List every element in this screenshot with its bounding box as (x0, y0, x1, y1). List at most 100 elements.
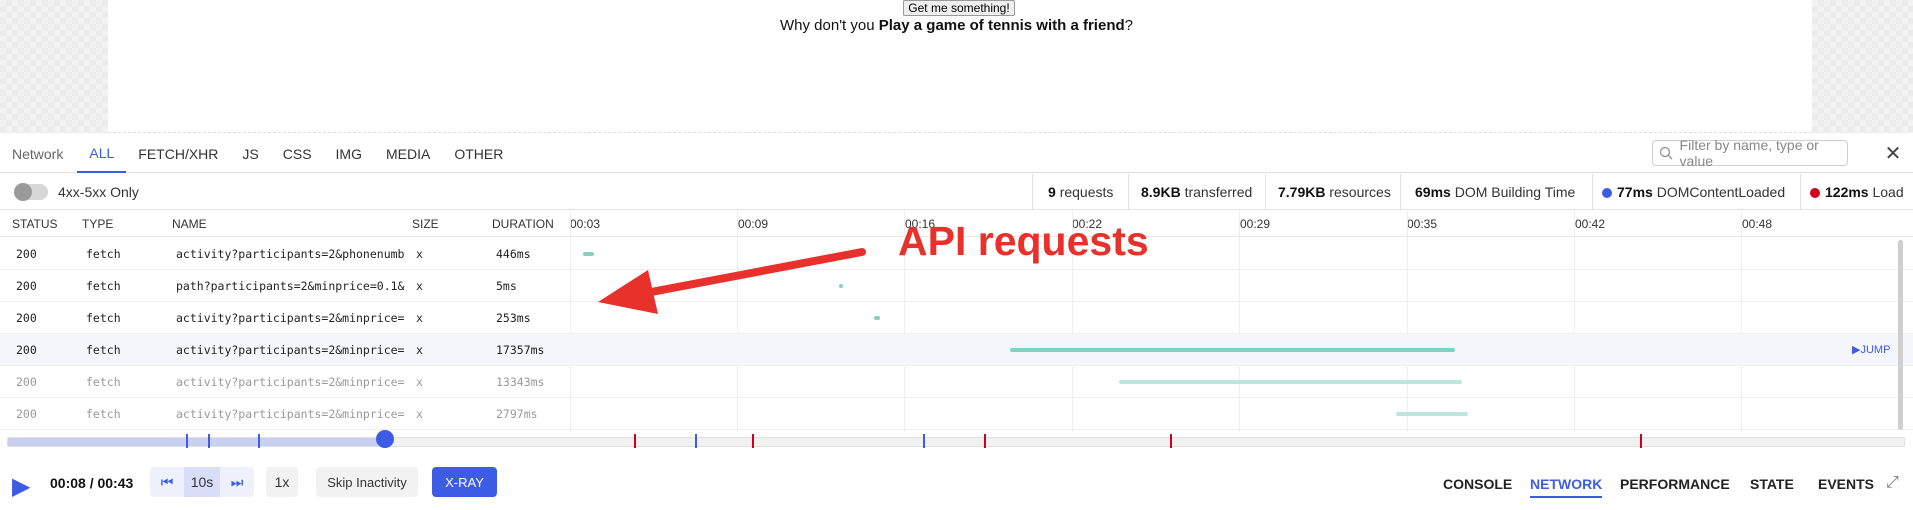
timeline-event-marker (186, 434, 188, 448)
row-duration: 13343ms (496, 375, 545, 389)
timeline-error-marker (1640, 434, 1642, 448)
timing-bar (1010, 348, 1455, 352)
skip-inactivity-button[interactable]: Skip Inactivity (316, 467, 418, 497)
timeline-tick: 00:03 (570, 217, 601, 231)
timeline-event-marker (208, 434, 210, 448)
jump-button[interactable]: ▶JUMP (1852, 343, 1890, 356)
row-size: x (416, 279, 423, 293)
timeline-tick: 00:29 (1240, 217, 1271, 231)
filter-placeholder: Filter by name, type or value (1679, 137, 1819, 169)
timing-bar (1396, 412, 1468, 416)
tab-img[interactable]: IMG (324, 135, 374, 173)
table-scrollbar[interactable] (1898, 240, 1903, 430)
row-duration: 253ms (496, 311, 531, 325)
timeline-tick: 00:35 (1407, 217, 1438, 231)
playback-timeline[interactable] (7, 430, 1905, 448)
row-name: activity?participants=2&minprice= (176, 343, 405, 357)
play-icon[interactable]: ▶ (12, 472, 30, 501)
table-row[interactable]: 200 fetch activity?participants=2&minpri… (0, 334, 1913, 366)
timeline-scrub-handle[interactable] (376, 430, 394, 448)
timeline-event-marker (258, 434, 260, 448)
column-name[interactable]: NAME (172, 217, 207, 231)
xray-button[interactable]: X-RAY (432, 467, 497, 497)
table-row[interactable]: 200 fetch activity?participants=2&minpri… (0, 366, 1913, 398)
row-name: activity?participants=2&minprice= (176, 407, 405, 421)
divider (1128, 174, 1129, 210)
tab-events[interactable]: EVENTS (1818, 476, 1874, 492)
row-type: fetch (86, 279, 121, 293)
row-status: 200 (16, 343, 37, 357)
row-name: path?participants=2&minprice=0.1& (176, 279, 405, 293)
divider (1265, 174, 1266, 210)
tab-network[interactable]: NETWORK (1530, 476, 1603, 498)
timing-bar (874, 316, 880, 320)
row-duration: 17357ms (496, 343, 545, 357)
skip-forward-icon[interactable]: ⏭ (220, 474, 254, 491)
skip-control-group: ⏮ 10s ⏭ (150, 467, 254, 497)
row-name: activity?participants=2&phonenumb (176, 247, 405, 261)
column-status[interactable]: STATUS (12, 217, 58, 231)
errors-only-toggle[interactable] (14, 183, 48, 201)
network-tab-bar: Network ALL FETCH/XHR JS CSS IMG MEDIA O… (0, 135, 1913, 173)
annotation-label: API requests (898, 218, 1149, 264)
app-preview-backdrop: Get me something! Why don't you Play a g… (0, 0, 1913, 133)
stat-dom-content-loaded: 77ms DOMContentLoaded (1602, 184, 1785, 200)
skip-backward-icon[interactable]: ⏮ (150, 474, 184, 491)
row-status: 200 (16, 247, 37, 261)
table-row[interactable]: 200 fetch activity?participants=2&minpri… (0, 302, 1913, 334)
table-row[interactable]: 200 fetch path?participants=2&minprice=0… (0, 270, 1913, 302)
timeline-event-marker (923, 434, 925, 448)
tab-js[interactable]: JS (230, 135, 270, 173)
column-duration[interactable]: DURATION (492, 217, 554, 231)
row-type: fetch (86, 247, 121, 261)
row-size: x (416, 407, 423, 421)
errors-only-label: 4xx-5xx Only (58, 184, 139, 200)
row-status: 200 (16, 279, 37, 293)
tab-all[interactable]: ALL (77, 135, 127, 173)
stat-transferred: 8.9KB transferred (1141, 184, 1253, 200)
activity-suggestion: Why don't you Play a game of tennis with… (780, 17, 1133, 34)
dcl-dot-icon (1602, 188, 1612, 198)
network-panel-title: Network (12, 145, 64, 162)
tab-media[interactable]: MEDIA (374, 135, 442, 173)
tab-performance[interactable]: PERFORMANCE (1620, 476, 1730, 492)
divider (1800, 174, 1801, 210)
close-icon[interactable]: ✕ (1882, 142, 1904, 165)
tab-console[interactable]: CONSOLE (1443, 476, 1512, 492)
timeline-error-marker (1170, 434, 1172, 448)
filter-input[interactable]: Filter by name, type or value (1652, 137, 1848, 169)
timeline-tick: 00:48 (1742, 217, 1773, 231)
timeline-event-marker (695, 434, 697, 448)
player-controls: ▶ 00:08 / 00:43 ⏮ 10s ⏭ 1x Skip Inactivi… (0, 462, 1913, 510)
row-size: x (416, 343, 423, 357)
search-icon (1653, 146, 1680, 160)
load-dot-icon (1810, 188, 1820, 198)
row-duration: 2797ms (496, 407, 538, 421)
tab-state[interactable]: STATE (1750, 476, 1794, 492)
skip-interval[interactable]: 10s (184, 467, 220, 497)
stat-load: 122ms Load (1810, 184, 1904, 200)
column-type[interactable]: TYPE (82, 217, 113, 231)
tab-other[interactable]: OTHER (442, 135, 515, 173)
timeline-error-marker (752, 434, 754, 448)
divider (1400, 174, 1401, 210)
network-stats-bar: 4xx-5xx Only 9 requests 8.9KB transferre… (0, 174, 1913, 210)
tab-fetch-xhr[interactable]: FETCH/XHR (126, 135, 230, 173)
table-row[interactable]: 200 fetch activity?participants=2&minpri… (0, 398, 1913, 430)
timeline-error-marker (984, 434, 986, 448)
row-size: x (416, 311, 423, 325)
row-duration: 5ms (496, 279, 517, 293)
speed-button[interactable]: 1x (266, 467, 298, 497)
row-size: x (416, 247, 423, 261)
playback-time: 00:08 / 00:43 (50, 475, 134, 491)
column-size[interactable]: SIZE (412, 217, 439, 231)
stat-resources: 7.79KB resources (1278, 184, 1391, 200)
get-me-something-button[interactable]: Get me something! (903, 0, 1015, 16)
divider (1592, 174, 1593, 210)
row-status: 200 (16, 311, 37, 325)
expand-icon[interactable]: ⤢ (1886, 474, 1899, 492)
stat-dom-building-time: 69ms DOM Building Time (1415, 184, 1576, 200)
timeline-error-marker (634, 434, 636, 448)
row-status: 200 (16, 407, 37, 421)
tab-css[interactable]: CSS (271, 135, 324, 173)
